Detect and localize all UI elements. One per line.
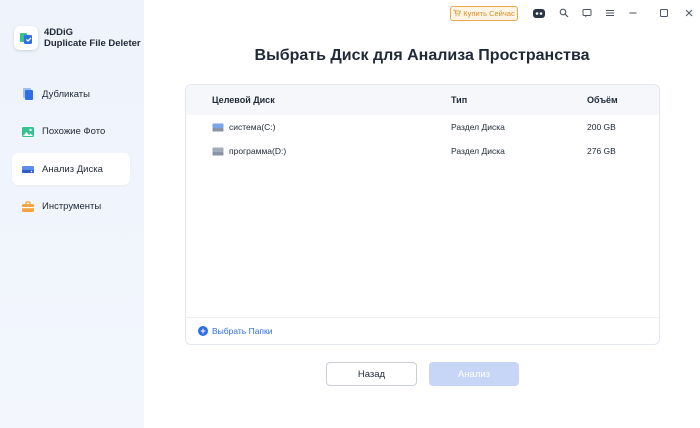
disk-icon xyxy=(20,161,36,177)
minimize-icon[interactable] xyxy=(626,6,640,20)
back-button[interactable]: Назад xyxy=(326,362,417,386)
cart-icon xyxy=(453,9,462,19)
app-subname: Duplicate File Deleter xyxy=(44,38,141,49)
feedback-icon[interactable] xyxy=(580,6,594,20)
disk-type: Раздел Диска xyxy=(451,122,505,132)
app-logo-icon xyxy=(14,26,38,50)
close-icon[interactable] xyxy=(682,6,696,20)
drive-icon xyxy=(212,147,224,156)
sidebar-nav: Дубликаты Похожие Фото Анализ Диска Инст… xyxy=(12,78,130,228)
robot-icon[interactable] xyxy=(532,6,546,20)
sidebar-item-similar-photos[interactable]: Похожие Фото xyxy=(12,116,130,148)
disk-size: 200 GB xyxy=(587,122,616,132)
analyze-button[interactable]: Анализ xyxy=(429,362,519,386)
drive-icon xyxy=(212,123,224,132)
column-header-size: Объём xyxy=(587,95,618,105)
menu-icon[interactable] xyxy=(603,6,617,20)
sidebar-item-label: Инструменты xyxy=(42,201,102,212)
select-folders-link[interactable]: + Выбрать Папки xyxy=(186,317,659,344)
disk-name: система(C:) xyxy=(229,122,276,132)
sidebar-item-label: Похожие Фото xyxy=(42,126,106,137)
disk-type: Раздел Диска xyxy=(451,146,505,156)
app-brand: 4DDiG Duplicate File Deleter xyxy=(14,26,141,50)
plus-circle-icon: + xyxy=(198,326,208,336)
disk-name: программа(D:) xyxy=(229,146,287,156)
maximize-icon[interactable] xyxy=(657,6,671,20)
sidebar-item-label: Анализ Диска xyxy=(42,163,103,175)
toolbox-icon xyxy=(20,199,36,215)
select-folders-label: Выбрать Папки xyxy=(212,326,273,336)
column-header-target-disk: Целевой Диск xyxy=(212,95,275,105)
buy-now-label: Купить Сейчас xyxy=(463,9,515,18)
disk-size: 276 GB xyxy=(587,146,616,156)
column-header-type: Тип xyxy=(451,95,468,105)
sidebar-item-duplicates[interactable]: Дубликаты xyxy=(12,78,130,110)
duplicate-files-icon xyxy=(20,86,36,102)
sidebar-item-tools[interactable]: Инструменты xyxy=(12,191,130,223)
sidebar-item-disk-analysis[interactable]: Анализ Диска xyxy=(12,153,130,185)
table-row[interactable]: система(C:) Раздел Диска 200 GB xyxy=(186,115,659,139)
disk-list-panel: Целевой Диск Тип Объём система(C:) Разде… xyxy=(185,84,660,345)
sidebar: 4DDiG Duplicate File Deleter Дубликаты П… xyxy=(0,0,144,428)
search-icon[interactable] xyxy=(557,6,571,20)
buy-now-button[interactable]: Купить Сейчас xyxy=(450,6,518,21)
table-row[interactable]: программа(D:) Раздел Диска 276 GB xyxy=(186,139,659,163)
app-name: 4DDiG xyxy=(44,27,74,38)
photo-icon xyxy=(20,124,36,140)
table-header: Целевой Диск Тип Объём xyxy=(186,85,659,115)
window-topbar: Купить Сейчас xyxy=(144,0,700,26)
page-title: Выбрать Диск для Анализа Пространства xyxy=(254,47,590,64)
sidebar-item-label: Дубликаты xyxy=(42,88,90,100)
